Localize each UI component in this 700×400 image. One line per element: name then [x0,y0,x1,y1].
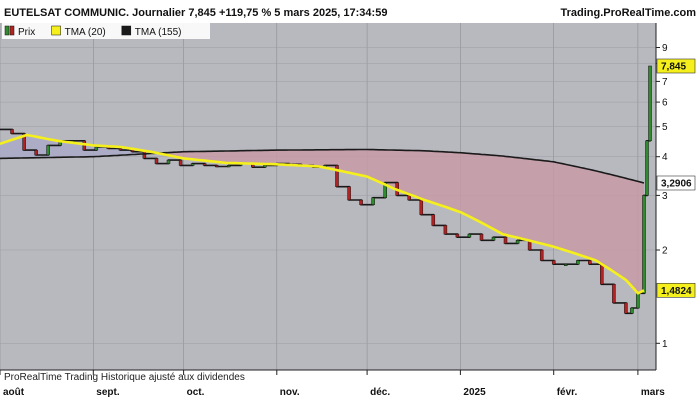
price-candle [190,163,195,166]
price-candle [443,225,448,235]
price-tag-last: 7,845 [661,62,686,73]
x-tick-label: août [3,387,25,398]
price-candle [431,214,436,226]
legend-label: TMA (20) [65,27,106,38]
price-candle [515,240,520,244]
x-tick-label: mars [641,387,665,398]
price-tag-tma155: 3,2906 [661,179,692,190]
chart-footer-note: ProRealTime Trading Historique ajusté au… [4,372,245,383]
price-candle [491,236,496,241]
price-candle [588,260,592,265]
x-tick-label: déc. [370,387,390,398]
price-candle [94,146,99,151]
price-candle [335,165,339,187]
price-candle [263,165,267,168]
x-tick-label: févr. [557,387,578,398]
price-candle [563,263,568,266]
price-candle [214,165,219,168]
y-tick-label: 5 [662,122,668,133]
price-candle [467,233,472,238]
legend-swatch-price [9,25,15,36]
price-candle [648,65,652,142]
price-candle [600,263,604,285]
x-tick-label: sept. [96,387,120,398]
x-tick-label: 2025 [463,387,486,398]
price-candle [636,293,640,309]
x-tick-label: oct. [187,387,205,398]
price-candle [130,149,135,152]
price-candle [154,158,159,164]
y-tick-label: 9 [662,43,668,54]
x-tick-label: nov. [280,387,300,398]
chart-header-title: EUTELSAT COMMUNIC. Journalier 7,845 +119… [4,7,387,19]
price-candle [576,260,580,265]
y-tick-label: 3 [662,191,668,202]
chart-source-label: Trading.ProRealTime.com [560,7,696,19]
legend-label: TMA (155) [135,27,182,38]
y-tick-label: 4 [662,152,668,163]
price-candle [419,199,424,215]
price-candle [202,163,207,166]
chart-canvas: EUTELSAT COMMUNIC. Journalier 7,845 +119… [0,0,700,400]
y-tick-label: 2 [662,246,668,257]
price-candle [166,159,171,164]
price-candle [612,284,616,304]
price-candle [10,129,14,134]
price-candle [479,233,484,241]
price-candle [178,159,183,166]
price-candle [455,233,460,238]
legend-swatch [121,25,132,36]
y-tick-label: 1 [662,339,668,350]
price-candle [347,186,351,201]
price-candle [645,140,649,196]
legend-swatch [51,25,61,36]
price-candle [539,249,544,261]
price-candle [226,165,231,168]
y-tick-label: 7 [662,77,668,88]
plot-area[interactable] [0,23,656,370]
price-candle [407,195,411,201]
legend-swatch-price [4,25,10,36]
price-candle [642,195,646,294]
price-candle [551,260,556,265]
price-candle [46,145,50,156]
price-candle [34,149,38,156]
y-tick-label: 6 [662,98,668,109]
price-candle [359,199,363,205]
price-candle [371,197,375,205]
price-tag-tma20: 1,4824 [661,286,692,297]
price-candle [142,151,147,159]
chart-legend: Prix TMA (20) TMA (155) [2,22,210,39]
legend-label: Prix [18,27,35,38]
price-candle [630,307,634,314]
price-candle [503,236,508,244]
price-candle [624,302,628,314]
price-candle [118,148,123,151]
